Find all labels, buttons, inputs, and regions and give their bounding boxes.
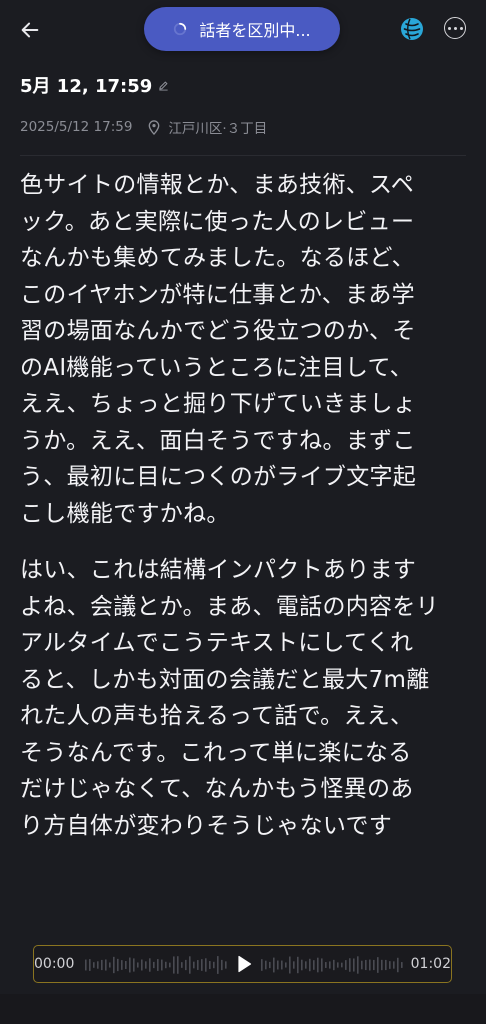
waveform-bar (125, 961, 127, 969)
waveform-bar (301, 959, 303, 971)
waveform-bar (329, 961, 331, 969)
waveform-bar (169, 962, 171, 968)
waveform-bar (377, 957, 379, 973)
waveform-bar (289, 956, 291, 974)
waveform-bar (381, 959, 383, 971)
waveform-bar (269, 961, 271, 969)
waveform-bar (273, 957, 275, 973)
waveform-bar (205, 958, 207, 972)
waveform-bar (129, 957, 131, 973)
waveform-bar (153, 961, 155, 969)
waveform-bar (173, 956, 175, 974)
waveform-bar (321, 958, 323, 972)
more-options-icon[interactable] (444, 17, 466, 39)
speaker-diarization-toast: 話者を区別中... (144, 7, 340, 51)
bottom-safe-area (0, 994, 486, 1024)
waveform-bar (165, 961, 167, 969)
record-date: 2025/5/12 17:59 (20, 119, 133, 135)
waveform-bar (117, 958, 119, 972)
waveform-bar (349, 958, 351, 972)
waveform-bar (201, 959, 203, 971)
waveform-bar (305, 961, 307, 969)
waveform-bar (217, 956, 219, 974)
waveform-bar (341, 962, 343, 968)
waveform-bar (353, 958, 355, 972)
record-title: 5月 12, 17:59 (20, 76, 153, 97)
transcript-paragraph: 色サイトの情報とか、まあ技術、スペ ック。あと実際に使った人のレビュー なんかも… (20, 172, 417, 527)
total-time: 01:02 (410, 956, 451, 972)
transcript-body[interactable]: 色サイトの情報とか、まあ技術、スペ ック。あと実際に使った人のレビュー なんかも… (20, 167, 472, 940)
waveform-bar (293, 961, 295, 969)
waveform-bar (161, 959, 163, 971)
waveform-bar (393, 961, 395, 969)
waveform-bar (121, 960, 123, 970)
waveform-bar (361, 960, 363, 970)
waveform-bar (185, 959, 187, 971)
waveform-bar (93, 962, 95, 968)
play-button[interactable] (234, 954, 254, 974)
waveform-bar (265, 960, 267, 970)
waveform-bar (149, 958, 151, 972)
record-title-row[interactable]: 5月 12, 17:59 (20, 72, 169, 98)
waveform-bar (261, 959, 263, 971)
waveform-bar (85, 959, 87, 971)
top-bar: ー・・・の記録 話者を区別中... (0, 0, 486, 62)
waveform-bar (97, 961, 99, 969)
waveform-bar (313, 960, 315, 970)
play-icon (238, 955, 252, 973)
waveform-bar (277, 960, 279, 970)
toast-label: 話者を区別中... (199, 21, 311, 40)
divider (20, 155, 466, 156)
waveform-bar (89, 959, 91, 971)
waveform-bar (193, 961, 195, 969)
waveform-bar (221, 959, 223, 971)
waveform-bar (225, 961, 227, 969)
waveform-bar (133, 958, 135, 972)
waveform-bar (209, 961, 211, 969)
waveform-bar (309, 958, 311, 972)
waveform-bar (317, 957, 319, 973)
waveform-bar (105, 959, 107, 971)
waveform-bar (337, 962, 339, 968)
waveform-bar (285, 962, 287, 968)
waveform-bar (333, 959, 335, 971)
waveform-bar (141, 959, 143, 971)
waveform-bar (137, 962, 139, 968)
waveform-bar (145, 961, 147, 969)
waveform-bar (345, 960, 347, 970)
waveform-bar (389, 961, 391, 969)
current-time: 00:00 (34, 956, 75, 972)
waveform-bar (325, 962, 327, 968)
waveform-bar (213, 961, 215, 969)
waveform-bar (365, 959, 367, 971)
waveform-bar (373, 959, 375, 971)
waveform-bar (113, 956, 115, 974)
waveform-bar (177, 956, 179, 974)
waveform-bar (297, 956, 299, 974)
waveform-bar (109, 962, 111, 968)
waveform-bar (369, 959, 371, 971)
transcript-paragraph: はい、これは結構インパクトあります よね、会議とか。まあ、電話の内容をリ アルタ… (20, 557, 439, 839)
record-meta: 2025/5/12 17:59 江戸川区·３丁目 (20, 116, 267, 138)
waveform-bar (181, 962, 183, 968)
waveform-bar (189, 956, 191, 974)
waveform-bar (397, 957, 399, 973)
waveform-bar (385, 959, 387, 971)
app-logo-icon[interactable] (400, 17, 424, 41)
location-pin-icon (149, 119, 160, 135)
waveform-bar (101, 959, 103, 971)
waveform-bar (401, 962, 403, 968)
record-location: 江戸川区·３丁目 (168, 121, 268, 137)
audio-player[interactable]: 00:00 01:02 (33, 945, 452, 983)
loading-spinner-icon (174, 22, 187, 36)
waveform-bar (357, 956, 359, 974)
back-button[interactable] (14, 14, 46, 46)
arrow-left-icon (21, 22, 39, 38)
waveform-bar (157, 959, 159, 971)
waveform-bar (197, 960, 199, 970)
pencil-icon[interactable] (158, 80, 169, 91)
waveform-bar (281, 960, 283, 970)
